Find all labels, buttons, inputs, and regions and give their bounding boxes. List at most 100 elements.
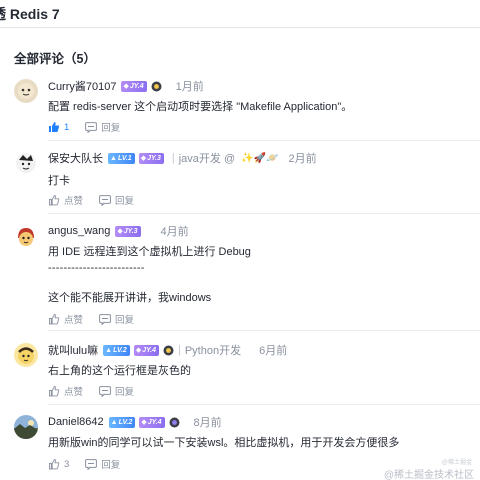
comment-text: 打卡: [48, 175, 70, 187]
comment-icon: [99, 385, 111, 397]
comment-icon: [99, 313, 111, 325]
badge-label: JY.4: [147, 418, 162, 426]
like-button[interactable]: 1: [48, 121, 69, 133]
reply-button[interactable]: 回复: [85, 120, 120, 134]
like-button[interactable]: 点赞: [48, 193, 83, 207]
badge-label: LV.2: [113, 346, 127, 354]
comment-actions: 点赞 回复: [48, 312, 150, 326]
like-button[interactable]: 3: [48, 458, 69, 470]
comment-actions: 点赞 回复: [48, 193, 150, 207]
like-label: 点赞: [64, 387, 84, 398]
comment-actions: 点赞 回复: [48, 384, 150, 398]
reply-button[interactable]: 回复: [99, 384, 134, 398]
avatar[interactable]: [14, 151, 38, 175]
medal-icon: [169, 417, 180, 427]
username[interactable]: Curry酱70107: [48, 78, 116, 94]
comment-icon: [99, 194, 111, 206]
gem-icon: ▲: [110, 418, 118, 426]
level-badge: ◆ JY.3: [115, 225, 141, 237]
reply-button[interactable]: 回复: [99, 312, 134, 326]
thumbs-up-icon: [49, 314, 60, 325]
comment-divider: [48, 330, 480, 331]
user-job: Python开发: [184, 345, 242, 357]
reply-label: 回复: [101, 123, 121, 134]
comment-text-divider: -------------------------: [48, 262, 145, 274]
level-badge: ▲ LV.2: [103, 344, 130, 356]
comment-divider: [48, 213, 480, 214]
separator: |: [171, 152, 175, 164]
avatar[interactable]: [14, 343, 38, 367]
comment-actions: 1 回复: [48, 120, 136, 134]
gem-icon: ▲: [110, 154, 117, 162]
comment-divider: [48, 140, 480, 141]
comments-section-title: 全部评论（5）: [14, 52, 96, 66]
like-label: 点赞: [64, 315, 84, 326]
reply-label: 回复: [101, 460, 121, 471]
username[interactable]: 就叫lulu嘛: [48, 342, 98, 358]
gem-icon: ◆: [141, 419, 147, 426]
comment-time: 6月前: [259, 345, 288, 357]
reply-label: 回复: [115, 196, 135, 207]
reply-button[interactable]: 回复: [99, 193, 134, 207]
avatar[interactable]: [14, 224, 38, 248]
badge-label: JY.3: [147, 154, 161, 162]
comment-text: 右上角的这个运行框是灰色的: [48, 365, 191, 377]
badge-label: JY.3: [123, 227, 138, 235]
badge-label: LV.2: [118, 418, 133, 426]
level-badge: ▲ LV.1: [108, 152, 135, 164]
comment-time: 4月前: [160, 226, 189, 238]
comment-meta: Curry酱70107 ◆ JY.4 1月前: [48, 78, 204, 94]
username[interactable]: 保安大队长: [48, 150, 103, 166]
username[interactable]: angus_wang: [48, 225, 110, 237]
separator: |: [177, 344, 181, 356]
comment-icon: [85, 458, 98, 470]
username[interactable]: Daniel8642: [48, 416, 104, 428]
badge-label: JY.4: [142, 346, 156, 354]
level-badge: ◆ JY.4: [133, 344, 159, 356]
comment-text: 用新版win的同学可以试一下安装wsl。相比虚拟机，用于开发会方便很多: [48, 437, 400, 449]
avatar[interactable]: [14, 415, 38, 439]
job-emoji: ✨🚀🪐: [241, 152, 279, 164]
thumbs-up-icon: [49, 459, 60, 470]
comment-time: 2月前: [288, 153, 317, 165]
medal-icon: [151, 81, 162, 91]
like-count: 1: [64, 121, 70, 133]
gem-icon: ◆: [123, 83, 129, 90]
level-badge: ◆ JY.4: [139, 416, 165, 428]
badge-label: LV.1: [117, 154, 132, 162]
comment-text: 配置 redis-server 这个启动项时要选择 "Makefile Appl…: [48, 101, 353, 113]
comment-icon: [85, 121, 98, 133]
gem-icon: ◆: [117, 228, 123, 235]
level-badge: ▲ LV.2: [108, 416, 136, 428]
thumbs-up-icon: [49, 195, 60, 206]
comment-time: 8月前: [193, 417, 222, 429]
thumbs-up-icon: [49, 122, 60, 132]
like-button[interactable]: 点赞: [48, 384, 83, 398]
comment-meta: 保安大队长 ▲ LV.1 ◆ JY.3 | java开发 @ ✨🚀🪐 2月前: [48, 150, 317, 166]
comment-text: 用 IDE 远程连到这个虚拟机上进行 Debug: [48, 246, 251, 258]
comment-meta: 就叫lulu嘛 ▲ LV.2 ◆ JY.4 | Python开发 6月前: [48, 342, 287, 358]
gem-icon: ▲: [105, 346, 113, 354]
gem-icon: ◆: [135, 347, 142, 354]
user-job: java开发 @: [178, 153, 236, 165]
medal-icon: [163, 345, 174, 355]
like-count: 3: [64, 458, 70, 470]
reply-label: 回复: [115, 387, 135, 398]
thumbs-up-icon: [49, 386, 60, 397]
like-button[interactable]: 点赞: [48, 312, 83, 326]
article-header: 说透 Redis 7: [0, 0, 480, 28]
reply-button[interactable]: 回复: [85, 457, 120, 471]
comment-meta: angus_wang ◆ JY.3 4月前: [48, 223, 189, 239]
watermark-small: @稀土掘金: [441, 460, 472, 466]
like-label: 点赞: [64, 196, 84, 207]
level-badge: ◆ JY.3: [138, 152, 164, 164]
watermark: @稀土掘金技术社区: [383, 470, 474, 480]
gem-icon: ◆: [140, 155, 147, 162]
avatar[interactable]: [14, 79, 38, 103]
comment-actions: 3 回复: [48, 457, 136, 471]
reply-label: 回复: [115, 315, 135, 326]
level-badge: ◆ JY.4: [121, 80, 147, 92]
badge-label: JY.4: [129, 82, 144, 90]
comment-time: 1月前: [175, 81, 204, 93]
comment-text: 这个能不能展开讲讲，我windows: [48, 292, 212, 304]
